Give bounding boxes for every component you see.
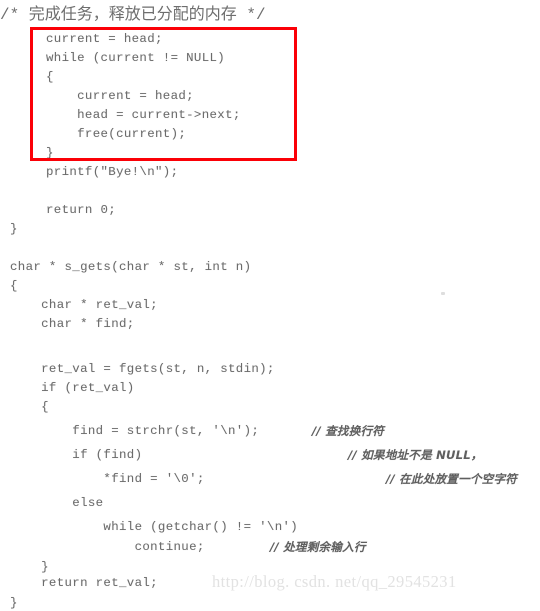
- code-line: return 0;: [46, 203, 116, 217]
- code-text: }: [46, 146, 54, 160]
- code-text: char * find;: [10, 317, 135, 331]
- code-text: if (find): [10, 448, 143, 462]
- code-text: head = current->next;: [46, 108, 241, 122]
- code-line: {: [10, 279, 18, 293]
- code-text: }: [10, 222, 18, 236]
- code-line: free(current);: [46, 127, 186, 141]
- code-text: {: [46, 70, 54, 84]
- code-line: continue;: [10, 540, 205, 554]
- code-line: {: [10, 400, 49, 414]
- code-line: char * s_gets(char * st, int n): [10, 260, 251, 274]
- code-listing: /* 完成任务，释放已分配的内存 */ current = head; while…: [0, 0, 540, 611]
- code-text: char * s_gets(char * st, int n): [10, 260, 252, 274]
- code-text: }: [10, 596, 18, 610]
- code-line: printf("Bye!\n");: [46, 165, 178, 179]
- code-comment-text: // 处理剩余输入行: [270, 540, 366, 554]
- code-text: current = head;: [46, 32, 163, 46]
- code-line: while (getchar() != '\n'): [10, 520, 298, 534]
- code-text: {: [10, 279, 18, 293]
- code-line: }: [10, 560, 49, 574]
- code-comment-chinese: // 在此处放置一个空字符: [386, 472, 517, 487]
- document-page: /* 完成任务，释放已分配的内存 */ current = head; while…: [0, 0, 540, 611]
- code-line: current = head;: [46, 32, 163, 46]
- code-line: return ret_val;: [10, 576, 158, 590]
- code-line: ret_val = fgets(st, n, stdin);: [10, 362, 275, 376]
- code-text: continue;: [10, 540, 205, 554]
- code-text: free(current);: [46, 127, 187, 141]
- code-text: find = strchr(st, '\n');: [10, 424, 260, 438]
- code-comment-text: // 在此处放置一个空字符: [386, 472, 518, 486]
- code-line: if (find): [10, 448, 142, 462]
- code-text: *find = '\0';: [10, 472, 205, 486]
- code-line: else: [10, 496, 103, 510]
- code-comment-chinese: // 查找换行符: [312, 424, 384, 439]
- code-comment-chinese-top: /* 完成任务，释放已分配的内存 */: [0, 6, 266, 24]
- code-text: return 0;: [46, 203, 117, 217]
- code-line: if (ret_val): [10, 381, 135, 395]
- code-text: }: [10, 560, 49, 574]
- code-text: current = head;: [46, 89, 194, 103]
- code-comment-chinese: // 如果地址不是 NULL，: [348, 448, 483, 463]
- code-text: return ret_val;: [10, 576, 158, 590]
- code-text: {: [10, 400, 49, 414]
- code-line: current = head;: [46, 89, 194, 103]
- code-line: }: [10, 596, 18, 610]
- code-line: head = current->next;: [46, 108, 241, 122]
- code-comment-text: // 查找换行符: [312, 424, 385, 438]
- watermark-url: http://blog. csdn. net/qq_29545231: [212, 572, 457, 591]
- code-text: while (current != NULL): [46, 51, 226, 65]
- code-text: while (getchar() != '\n'): [10, 520, 299, 534]
- scan-artifact-speck: [441, 292, 445, 295]
- code-line: char * ret_val;: [10, 298, 158, 312]
- code-line: char * find;: [10, 317, 135, 331]
- code-text: char * ret_val;: [10, 298, 158, 312]
- code-comment-chinese: // 处理剩余输入行: [270, 540, 366, 555]
- code-line: }: [10, 222, 18, 236]
- code-text: if (ret_val): [10, 381, 135, 395]
- code-line: {: [46, 70, 54, 84]
- code-line: *find = '\0';: [10, 472, 205, 486]
- code-line: find = strchr(st, '\n');: [10, 424, 259, 438]
- code-text: ret_val = fgets(st, n, stdin);: [10, 362, 275, 376]
- code-line: }: [46, 146, 54, 160]
- code-text: printf("Bye!\n");: [46, 165, 179, 179]
- code-text: else: [10, 496, 104, 510]
- code-line: while (current != NULL): [46, 51, 225, 65]
- code-comment-text: // 如果地址不是 NULL，: [348, 448, 483, 462]
